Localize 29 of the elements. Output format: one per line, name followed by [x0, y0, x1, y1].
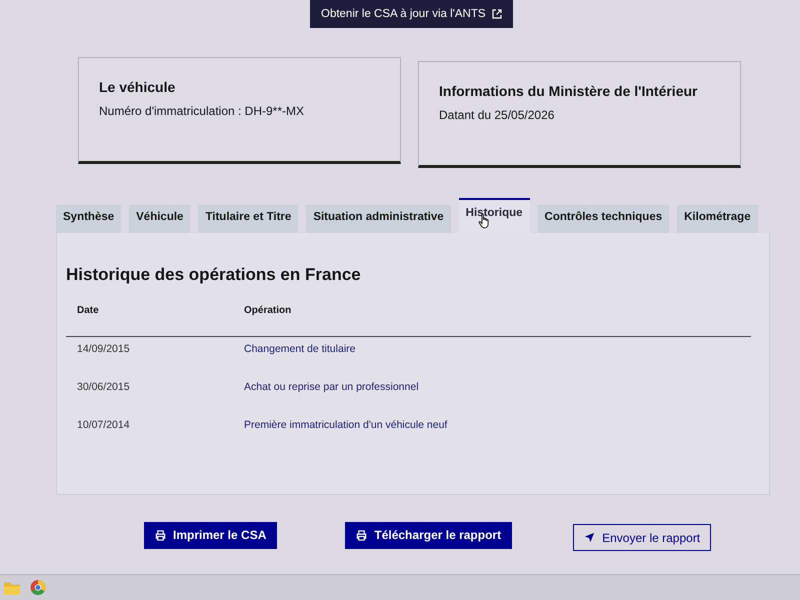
tab[interactable]: Contrôles techniques: [538, 205, 670, 233]
tab[interactable]: Kilométrage: [677, 205, 758, 233]
section-heading: Historique des opérations en France: [66, 265, 362, 285]
printer-icon: [155, 530, 166, 540]
action-button[interactable]: Télécharger le rapport: [345, 522, 512, 548]
table-cell-text: 30/06/2015: [76, 381, 131, 393]
printer-icon: [356, 530, 368, 540]
card-text: Numéro d'immatriculation : DH-9**-MX: [99, 104, 306, 118]
external-link-icon: [492, 9, 502, 19]
column-header: Opération: [243, 305, 292, 316]
action-button[interactable]: Imprimer le CSA: [144, 522, 278, 548]
column-header: Date: [76, 305, 100, 316]
tab[interactable]: Véhicule: [129, 205, 190, 233]
card-text: Datant du 25/05/2026: [439, 108, 556, 122]
table-cell-text: Achat ou reprise par un professionnel: [243, 381, 419, 393]
send-icon: [584, 532, 596, 543]
tab[interactable]: Synthèse: [56, 205, 122, 233]
tab[interactable]: Titulaire et Titre: [198, 205, 298, 233]
table-cell-text: Changement de titulaire: [243, 343, 356, 355]
browser-icon[interactable]: [30, 580, 46, 595]
card-title: Informations du Ministère de l'Intérieur: [439, 83, 698, 99]
table-cell-text: 10/07/2014: [76, 419, 131, 431]
tab[interactable]: Situation administrative: [306, 205, 451, 233]
card-title: Le véhicule: [99, 79, 176, 95]
action-button[interactable]: Envoyer le rapport: [573, 524, 712, 551]
tab[interactable]: Historique: [458, 198, 530, 233]
table-cell-text: 14/09/2015: [76, 343, 131, 355]
table-cell-text: Première immatriculation d'un véhicule neuf: [243, 419, 448, 431]
ants-link-button[interactable]: Obtenir le CSA à jour via l'ANTS: [310, 0, 513, 28]
